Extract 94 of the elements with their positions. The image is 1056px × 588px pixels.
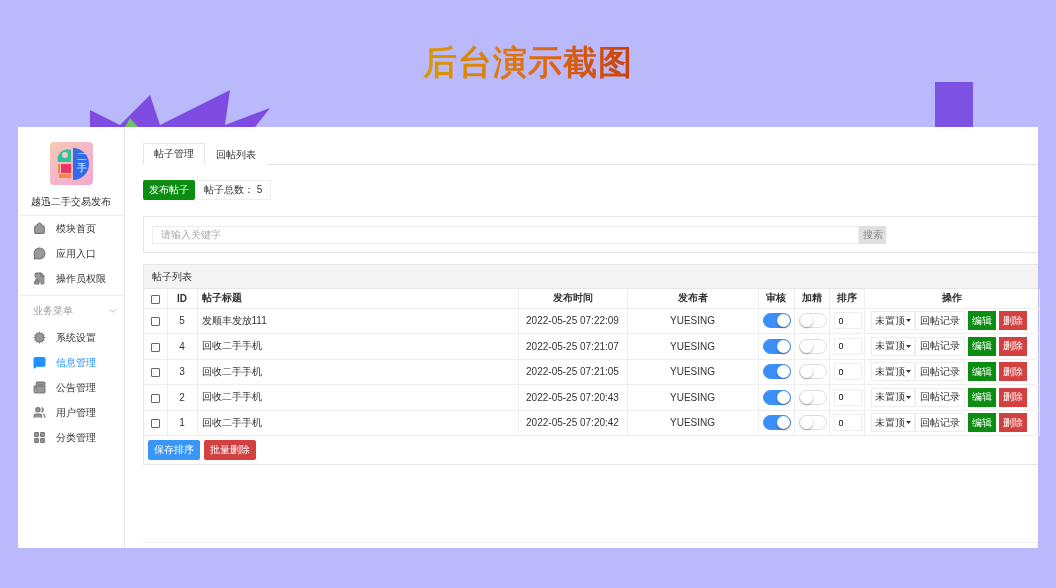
column-header: 排序 [829,289,864,308]
column-header: 审核 [758,289,794,308]
table-cell: 2022-05-25 07:20:43 [518,384,627,410]
replies-button[interactable]: 回帖记录 [914,362,965,382]
table-cell: 2 [167,384,197,410]
pin-dropdown[interactable]: 未置顶 [870,311,915,331]
toggle-switch[interactable] [762,389,791,405]
column-header: 发布时间 [518,289,627,308]
menu-icon [33,272,46,285]
edit-button[interactable]: 编辑 [967,336,996,356]
panel-title: 帖子列表 [144,265,1038,289]
logo-text: 二手 [76,151,87,173]
column-header: 发布者 [627,289,758,308]
batch-delete-button[interactable]: 批量删除 [204,440,256,460]
menu-icon [33,431,46,444]
table-cell: 5 [167,308,197,334]
menu-icon [33,222,46,235]
column-header: 操作 [864,289,1039,308]
table-cell: YUESING [627,410,758,436]
table-cell: YUESING [627,359,758,385]
sidebar-item[interactable]: 模块首页 [18,216,124,241]
checkbox[interactable] [150,342,160,352]
table-cell: YUESING [627,308,758,334]
table-cell: 2022-05-25 07:22:09 [518,308,627,334]
table-cell: 4 [167,333,197,359]
menu-icon [33,247,46,260]
sidebar-item[interactable]: 操作员权限 [18,266,124,291]
delete-button[interactable]: 删除 [998,362,1027,382]
edit-button[interactable]: 编辑 [967,413,996,433]
edit-button[interactable]: 编辑 [967,362,996,382]
checkbox[interactable] [150,393,160,403]
column-header: 帖子标题 [197,289,518,308]
sort-field[interactable]: 0 [833,337,862,355]
edit-button[interactable]: 编辑 [967,311,996,331]
replies-button[interactable]: 回帖记录 [914,336,965,356]
delete-button[interactable]: 删除 [998,413,1027,433]
delete-button[interactable]: 删除 [998,336,1027,356]
sort-field[interactable]: 0 [833,312,862,330]
pin-dropdown[interactable]: 未置顶 [870,336,915,356]
table-cell: 回收二手手机 [197,359,518,385]
checkbox[interactable] [150,317,160,327]
toggle-switch[interactable] [762,338,791,354]
replies-button[interactable]: 回帖记录 [914,311,965,331]
replies-button[interactable]: 回帖记录 [914,413,965,433]
toggle-switch[interactable] [762,364,791,380]
search-field[interactable]: 请输入关键字 [152,225,859,244]
app-name: 越迅二手交易发布 [31,195,111,209]
post-count: 帖子总数： 5 [195,180,272,200]
toggle-switch[interactable] [762,415,791,431]
checkbox[interactable] [150,294,160,304]
caret-icon [905,370,911,374]
table-cell: 3 [167,359,197,385]
caret-icon [905,319,911,323]
caret-icon [905,421,911,425]
replies-button[interactable]: 回帖记录 [914,387,965,407]
table-cell: 2022-05-25 07:20:42 [518,410,627,436]
pin-dropdown[interactable]: 未置顶 [870,362,915,382]
sidebar-item[interactable]: 应用入口 [18,241,124,266]
table-cell: 回收二手手机 [197,333,518,359]
table-cell: YUESING [627,333,758,359]
menu-icon [33,356,46,369]
menu-icon [33,406,46,419]
delete-button[interactable]: 删除 [998,387,1027,407]
sidebar-item[interactable]: 用户管理 [18,400,124,425]
sort-field[interactable]: 0 [833,363,862,381]
column-header: 加精 [794,289,829,308]
publish-button[interactable]: 发布帖子 [143,180,195,200]
table-cell: 回收二手手机 [197,384,518,410]
decorative-block [935,82,973,127]
sidebar-item[interactable]: 分类管理 [18,425,124,450]
pin-dropdown[interactable]: 未置顶 [870,413,915,433]
menu-icon [33,381,46,394]
table-cell: 1 [167,410,197,436]
sidebar-item[interactable]: 公告管理 [18,375,124,400]
edit-button[interactable]: 编辑 [967,387,996,407]
sort-field[interactable]: 0 [833,414,862,432]
table-cell: 2022-05-25 07:21:07 [518,333,627,359]
sidebar-item[interactable]: 系统设置 [18,325,124,350]
column-header: ID [167,289,197,308]
checkbox[interactable] [150,368,160,378]
table-cell: 2022-05-25 07:21:05 [518,359,627,385]
caret-icon [905,395,911,399]
caret-icon [905,344,911,348]
pin-dropdown[interactable]: 未置顶 [870,387,915,407]
table-cell: 发顺丰发放111 [197,308,518,334]
tab[interactable]: 帖子管理 [143,143,205,165]
checkbox[interactable] [150,419,160,429]
toggle-switch[interactable] [762,313,791,329]
table-cell: YUESING [627,384,758,410]
logo-drawing [49,142,93,185]
table-cell: 回收二手手机 [197,410,518,436]
menu-icon [33,331,46,344]
delete-button[interactable]: 删除 [998,311,1027,331]
sort-field[interactable]: 0 [833,388,862,406]
